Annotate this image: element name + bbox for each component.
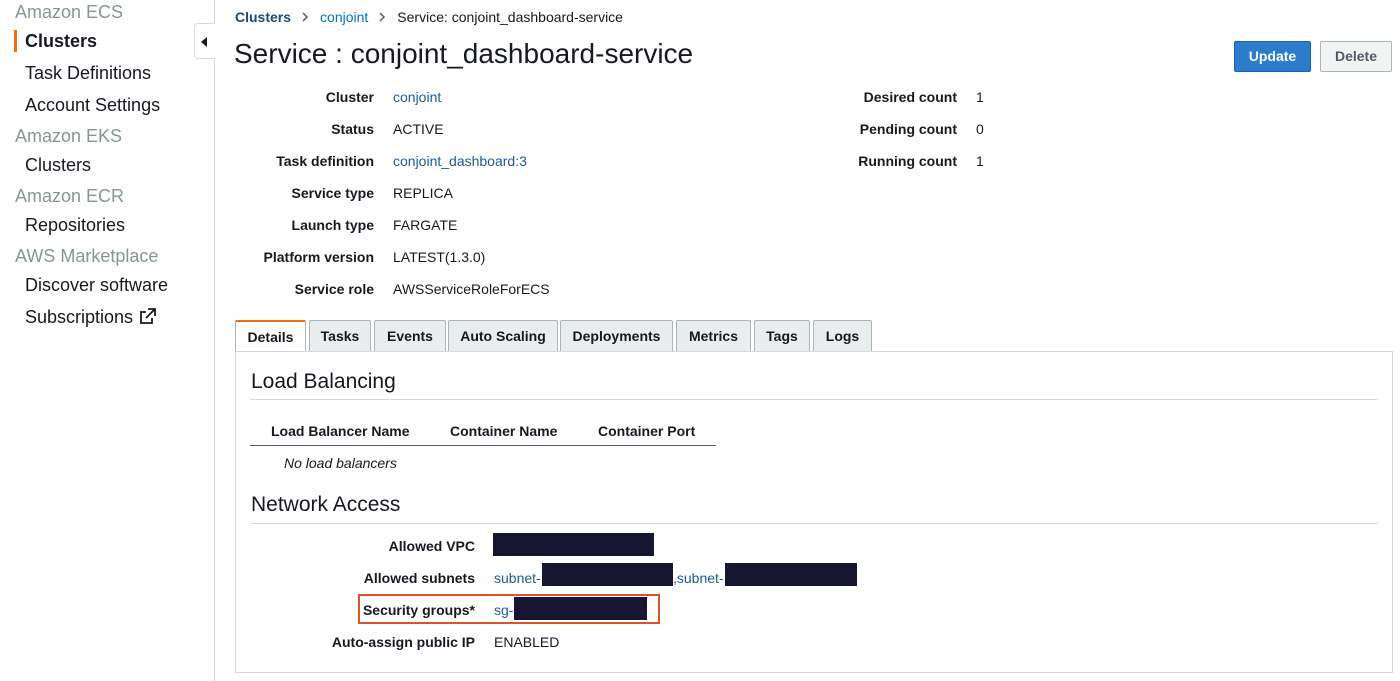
breadcrumb: Clusters conjoint Service: conjoint_dashbo…	[235, 8, 623, 25]
tab-tags[interactable]: Tags	[754, 320, 810, 352]
empty-table-message: No load balancers	[284, 455, 397, 471]
redacted-subnet-id-2	[725, 563, 857, 586]
breadcrumb-conjoint[interactable]: conjoint	[320, 9, 368, 25]
platform-version-label: Platform version	[263, 249, 374, 265]
service-role-value: AWSServiceRoleForECS	[393, 281, 550, 297]
tab-metrics[interactable]: Metrics	[676, 320, 751, 352]
service-role-label: Service role	[294, 281, 374, 297]
sidebar-group-amazon-ecr: Amazon ECR	[15, 186, 125, 206]
pending-count-value: 0	[976, 121, 984, 137]
allowed-subnets-label: Allowed subnets	[363, 570, 475, 586]
sidebar-item-subscriptions[interactable]: Subscriptions	[25, 307, 156, 330]
sidebar-item-task-definitions[interactable]: Task Definitions	[25, 63, 151, 84]
tab-tasks[interactable]: Tasks	[309, 320, 371, 352]
chevron-right-icon	[379, 10, 386, 25]
breadcrumb-current: Service: conjoint_dashboard-service	[397, 9, 623, 26]
network-access-divider	[250, 523, 1378, 524]
tab-auto-scaling[interactable]: Auto Scaling	[448, 320, 558, 352]
sidebar-item-subscriptions-label: Subscriptions	[25, 307, 134, 327]
sidebar-group-amazon-eks: Amazon EKS	[15, 126, 123, 146]
active-indicator	[14, 30, 17, 52]
load-balancing-divider	[250, 399, 1378, 400]
sidebar-item-repositories[interactable]: Repositories	[25, 215, 125, 236]
column-header-container-name: Container Name	[450, 423, 558, 439]
chevron-right-icon	[302, 10, 309, 25]
platform-version-value: LATEST(1.3.0)	[393, 249, 486, 265]
redacted-vpc-id	[493, 533, 654, 556]
cluster-label: Cluster	[325, 89, 374, 105]
allowed-vpc-label: Allowed VPC	[388, 538, 475, 554]
load-balancing-title: Load Balancing	[251, 370, 396, 393]
subnet-link-1[interactable]: subnet-	[494, 570, 541, 586]
tab-events[interactable]: Events	[374, 320, 446, 352]
redacted-security-group-id	[514, 597, 647, 620]
tab-details[interactable]: Details	[235, 320, 306, 353]
launch-type-label: Launch type	[291, 217, 374, 233]
status-value: ACTIVE	[393, 121, 444, 137]
page-title: Service : conjoint_dashboard-service	[234, 38, 694, 69]
tab-deployments[interactable]: Deployments	[560, 320, 673, 352]
service-type-label: Service type	[291, 185, 375, 201]
pending-count-label: Pending count	[859, 121, 957, 137]
sidebar-item-eks-clusters[interactable]: Clusters	[25, 155, 91, 176]
sidebar: Amazon ECS Clusters Task Definitions Acc…	[0, 0, 215, 681]
subnet-link-2[interactable]: ,subnet-	[673, 570, 724, 586]
sidebar-item-discover-software[interactable]: Discover software	[25, 275, 168, 296]
delete-button[interactable]: Delete	[1320, 41, 1392, 72]
task-definition-label: Task definition	[276, 153, 374, 169]
column-header-container-port: Container Port	[598, 423, 696, 439]
sidebar-group-aws-marketplace: AWS Marketplace	[15, 246, 159, 266]
column-header-load-balancer-name: Load Balancer Name	[271, 423, 410, 439]
table-header-divider	[250, 445, 716, 446]
running-count-value: 1	[976, 153, 984, 169]
sidebar-group-amazon-ecs: Amazon ECS	[15, 2, 124, 22]
desired-count-label: Desired count	[863, 89, 957, 105]
desired-count-value: 1	[976, 89, 984, 105]
network-access-title: Network Access	[251, 493, 401, 516]
external-link-icon	[139, 308, 156, 330]
auto-assign-public-ip-value: ENABLED	[494, 634, 560, 650]
task-definition-link[interactable]: conjoint_dashboard:3	[393, 153, 527, 169]
auto-assign-public-ip-label: Auto-assign public IP	[331, 634, 475, 650]
launch-type-value: FARGATE	[393, 217, 458, 233]
redacted-subnet-id-1	[542, 563, 673, 586]
breadcrumb-clusters[interactable]: Clusters	[235, 9, 291, 25]
service-type-value: REPLICA	[393, 185, 453, 201]
tab-logs[interactable]: Logs	[813, 320, 872, 352]
status-label: Status	[331, 121, 374, 137]
security-group-link[interactable]: sg-	[494, 602, 513, 618]
security-groups-label: Security groups*	[362, 602, 475, 618]
sidebar-item-ecs-clusters[interactable]: Clusters	[25, 31, 97, 52]
collapse-sidebar-button[interactable]	[194, 23, 215, 59]
cluster-link[interactable]: conjoint	[393, 89, 441, 105]
running-count-label: Running count	[858, 153, 957, 169]
caret-left-icon	[201, 37, 207, 47]
sidebar-item-account-settings[interactable]: Account Settings	[25, 95, 160, 116]
update-button[interactable]: Update	[1234, 41, 1311, 72]
